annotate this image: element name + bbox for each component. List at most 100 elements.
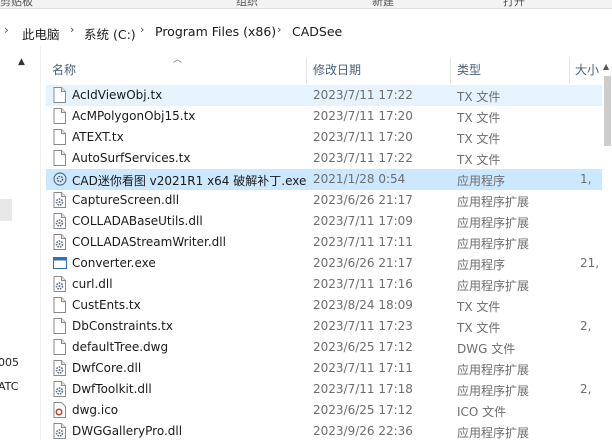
file-row[interactable]: defaultTree.dwg 2023/6/25 17:12 DWG 文件 — [46, 337, 602, 358]
file-row[interactable]: AcIdViewObj.tx 2023/7/11 17:22 TX 文件 — [46, 85, 602, 106]
file-row[interactable]: DWGGalleryPro.dll 2023/9/26 22:36 应用程序扩展 — [46, 421, 602, 440]
file-icon — [53, 318, 66, 334]
file-name: COLLADAStreamWriter.dll — [72, 235, 226, 249]
file-row[interactable]: DwfToolkit.dll 2023/7/11 17:18 应用程序扩展 2, — [46, 379, 602, 400]
file-size: 21, — [580, 256, 600, 270]
file-type: 应用程序扩展 — [457, 384, 530, 398]
file-date-modified: 2023/9/26 22:36 — [313, 424, 413, 438]
scroll-up-arrow-icon[interactable]: ▲ — [18, 57, 25, 67]
file-type: TX 文件 — [457, 90, 501, 104]
file-name: DWGGalleryPro.dll — [72, 424, 183, 438]
exe-gear-icon — [53, 171, 67, 187]
dll-gear-icon — [53, 381, 66, 397]
exe-window-icon — [53, 255, 67, 271]
dll-gear-icon — [53, 213, 66, 229]
file-name: dwg.ico — [72, 403, 119, 417]
file-date-modified: 2023/7/11 17:20 — [313, 109, 413, 123]
file-type: TX 文件 — [457, 300, 501, 314]
file-row[interactable]: CustEnts.tx 2023/8/24 18:09 TX 文件 — [46, 295, 602, 316]
file-type: TX 文件 — [457, 111, 501, 125]
file-name: Converter.exe — [72, 256, 156, 270]
breadcrumb-this-pc[interactable]: 此电脑 — [22, 24, 60, 43]
file-row[interactable]: curl.dll 2023/7/11 17:16 应用程序扩展 — [46, 274, 602, 295]
ribbon-label-clipboard: 剪贴板 — [0, 0, 33, 8]
file-date-modified: 2023/7/11 17:22 — [313, 151, 413, 165]
scrollbar-thumb[interactable] — [604, 76, 611, 146]
file-date-modified: 2023/8/24 18:09 — [313, 298, 413, 312]
file-date-modified: 2023/6/26 21:17 — [313, 193, 413, 207]
navigation-scrollbar[interactable] — [18, 54, 30, 440]
breadcrumb-drive-c[interactable]: 系统 (C:) — [84, 24, 136, 43]
address-bar[interactable]: › 此电脑 › 系统 (C:) › Program Files (x86) › … — [0, 18, 612, 46]
file-row[interactable]: Converter.exe 2023/6/26 21:17 应用程序 21, — [46, 253, 602, 274]
file-row[interactable]: AutoSurfServices.tx 2023/7/11 17:22 TX 文件 — [46, 148, 602, 169]
file-row[interactable]: CAD迷你看图 v2021R1 x64 破解补丁.exe 2021/1/28 0:… — [46, 169, 602, 190]
vertical-scrollbar[interactable]: ▲ — [602, 46, 612, 440]
column-divider[interactable] — [450, 58, 451, 84]
file-date-modified: 2023/7/11 17:11 — [313, 235, 413, 249]
file-date-modified: 2023/7/11 17:18 — [313, 382, 413, 396]
file-row[interactable]: dwg.ico 2023/6/25 17:12 ICO 文件 — [46, 400, 602, 421]
file-size: 1, — [580, 172, 592, 186]
navigation-pane[interactable]: ▲ 005 ATC — [0, 46, 40, 440]
file-name: COLLADABaseUtils.dll — [72, 214, 203, 228]
navigation-item-fragment[interactable]: ATC — [0, 380, 18, 393]
file-row[interactable]: DbConstraints.tx 2023/7/11 17:23 TX 文件 2, — [46, 316, 602, 337]
column-header-date[interactable]: 修改日期 — [313, 61, 361, 78]
breadcrumb-separator-icon[interactable]: › — [277, 23, 281, 36]
file-name: AutoSurfServices.tx — [72, 151, 191, 165]
file-date-modified: 2023/7/11 17:09 — [313, 214, 413, 228]
file-type: DWG 文件 — [457, 342, 516, 356]
dll-gear-icon — [53, 234, 66, 250]
file-row[interactable]: COLLADABaseUtils.dll 2023/7/11 17:09 应用程序扩… — [46, 211, 602, 232]
file-date-modified: 2023/6/26 21:17 — [313, 256, 413, 270]
file-type: 应用程序扩展 — [457, 237, 530, 251]
column-divider[interactable] — [569, 58, 570, 84]
file-size: 2, — [580, 319, 592, 333]
navigation-selected-item[interactable] — [0, 199, 12, 221]
file-icon — [53, 150, 66, 166]
file-name: CustEnts.tx — [72, 298, 141, 312]
file-icon — [53, 108, 66, 124]
column-header-size[interactable]: 大小 — [575, 61, 599, 78]
ribbon-label-new: 新建 — [372, 0, 394, 8]
file-type: 应用程序 — [457, 174, 506, 188]
breadcrumb-program-files-x86[interactable]: Program Files (x86) — [155, 24, 276, 39]
file-type: TX 文件 — [457, 153, 501, 167]
breadcrumb-separator-icon[interactable]: › — [70, 23, 74, 36]
breadcrumb-cadsee[interactable]: CADSee — [292, 24, 342, 39]
file-row[interactable]: DwfCore.dll 2023/7/11 17:11 应用程序扩展 — [46, 358, 602, 379]
column-header-name[interactable]: 名称 — [52, 61, 76, 78]
file-row[interactable]: ATEXT.tx 2023/7/11 17:20 TX 文件 — [46, 127, 602, 148]
file-name: curl.dll — [72, 277, 113, 291]
dll-gear-icon — [53, 423, 66, 439]
column-divider[interactable] — [306, 58, 307, 84]
file-name: CAD迷你看图 v2021R1 x64 破解补丁.exe — [72, 174, 307, 188]
file-icon — [53, 129, 66, 145]
file-date-modified: 2023/7/11 17:11 — [313, 361, 413, 375]
navigation-item-fragment[interactable]: 005 — [0, 356, 19, 369]
file-date-modified: 2021/1/28 0:54 — [313, 172, 406, 186]
file-name: AcIdViewObj.tx — [72, 88, 163, 102]
file-icon — [53, 297, 66, 313]
file-date-modified: 2023/7/11 17:16 — [313, 277, 413, 291]
file-name: CaptureScreen.dll — [72, 193, 180, 207]
file-date-modified: 2023/6/25 17:12 — [313, 340, 413, 354]
file-name: DwfToolkit.dll — [72, 382, 152, 396]
file-date-modified: 2023/7/11 17:20 — [313, 130, 413, 144]
file-name: DwfCore.dll — [72, 361, 142, 375]
file-row[interactable]: AcMPolygonObj15.tx 2023/7/11 17:20 TX 文件 — [46, 106, 602, 127]
file-date-modified: 2023/6/25 17:12 — [313, 403, 413, 417]
breadcrumb-separator-icon[interactable]: › — [140, 23, 144, 36]
location-chevron-icon[interactable]: › — [4, 23, 9, 37]
ribbon-group-labels: 剪贴板 组织 新建 打开 — [0, 0, 612, 9]
column-header-type[interactable]: 类型 — [457, 61, 481, 78]
file-name: DbConstraints.tx — [72, 319, 173, 333]
file-list[interactable]: ︿ 名称 修改日期 类型 大小 AcIdViewObj.tx 2023/7/11 … — [41, 46, 612, 440]
file-row[interactable]: COLLADAStreamWriter.dll 2023/7/11 17:11 应用… — [46, 232, 602, 253]
file-row[interactable]: CaptureScreen.dll 2023/6/26 21:17 应用程序扩展 — [46, 190, 602, 211]
scroll-up-arrow-icon[interactable]: ▲ — [603, 62, 609, 71]
ribbon-label-organize: 组织 — [236, 0, 258, 8]
file-type: 应用程序 — [457, 258, 506, 272]
ribbon-label-open: 打开 — [503, 0, 525, 8]
